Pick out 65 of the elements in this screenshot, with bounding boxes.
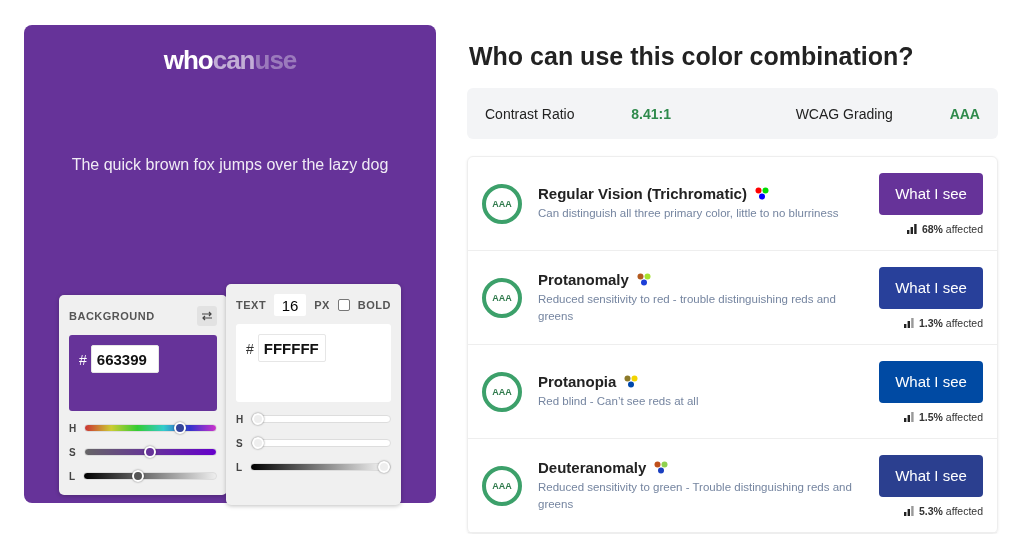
page-title: Who can use this color combination? — [469, 42, 915, 71]
hex-input[interactable]: 663399 — [90, 345, 159, 373]
grade-badge: AAA — [482, 277, 522, 318]
affected-text: 1.3% affected — [918, 316, 983, 329]
logo: whocanuse — [163, 45, 297, 76]
affected-text: 5.3% affected — [918, 504, 983, 517]
affected-text: 68% affected — [921, 222, 983, 235]
slider-thumb[interactable] — [174, 422, 187, 434]
color-dots-icon — [654, 460, 669, 474]
slider-label: L — [69, 470, 76, 482]
stat-label: Contrast Ratio — [485, 105, 575, 122]
swap-button[interactable] — [197, 306, 217, 326]
vision-name: Protanomaly — [538, 270, 629, 288]
slider[interactable] — [250, 436, 391, 450]
sample-text: The quick brown fox jumps over the lazy dog — [71, 156, 389, 174]
slider-label: H — [236, 413, 244, 425]
slider-label: L — [236, 461, 243, 473]
bar-chart-icon — [906, 223, 917, 234]
stat-value: AAA — [949, 105, 980, 122]
vision-name: Deuteranomaly — [538, 458, 647, 476]
slider[interactable] — [84, 421, 217, 435]
bold-checkbox[interactable] — [337, 299, 350, 311]
what-i-see-button[interactable]: What I see — [879, 454, 983, 497]
color-dots-icon — [636, 272, 651, 286]
hash-label: # — [79, 352, 87, 368]
unit-label: PX — [314, 299, 330, 311]
panel-label: BACKGROUND — [69, 310, 155, 322]
bar-chart-icon — [903, 317, 914, 328]
vision-description: Reduced sensitivity to green - Trouble distinguishing reds and greens — [538, 479, 853, 512]
slider-label: S — [236, 437, 243, 449]
vision-name: Protanopia — [538, 373, 617, 390]
slider-thumb[interactable] — [132, 470, 145, 482]
slider[interactable] — [251, 412, 391, 426]
what-i-see-button[interactable]: What I see — [879, 360, 983, 403]
slider[interactable] — [83, 445, 217, 459]
bar-chart-icon — [903, 505, 914, 516]
slider-label: S — [69, 446, 76, 458]
slider-thumb[interactable] — [378, 461, 390, 473]
size-input[interactable]: 16 — [274, 294, 307, 316]
grade-badge: AAA — [482, 371, 522, 412]
bold-label: BOLD — [357, 299, 391, 311]
vision-description: Reduced sensitivity to red - trouble distinguishing reds and greens — [538, 291, 837, 324]
vision-name: Regular Vision (Trichromatic) — [538, 185, 747, 202]
hex-input[interactable]: FFFFFF — [257, 334, 326, 362]
panel-label: TEXT — [236, 299, 267, 311]
what-i-see-button[interactable]: What I see — [879, 172, 983, 215]
slider-label: H — [69, 422, 77, 434]
color-dots-icon — [624, 375, 639, 388]
stat-value: 8.41:1 — [631, 105, 671, 122]
slider-thumb[interactable] — [252, 413, 265, 425]
vision-description: Red blind - Can’t see reds at all — [538, 394, 700, 409]
affected-text: 1.5% affected — [918, 410, 983, 423]
bar-chart-icon — [903, 411, 914, 422]
vision-description: Can distinguish all three primary color, little to no blurriness — [538, 206, 840, 221]
grade-badge: AAA — [482, 183, 522, 224]
slider[interactable] — [83, 469, 217, 483]
color-dots-icon — [754, 187, 769, 200]
slider-thumb[interactable] — [251, 437, 264, 449]
swap-icon — [201, 311, 213, 321]
slider[interactable] — [250, 460, 391, 474]
slider-thumb[interactable] — [144, 446, 157, 458]
grade-badge: AAA — [482, 465, 522, 506]
hash-label: # — [246, 341, 254, 357]
what-i-see-button[interactable]: What I see — [879, 266, 983, 309]
stat-label: WCAG Grading — [795, 105, 893, 122]
